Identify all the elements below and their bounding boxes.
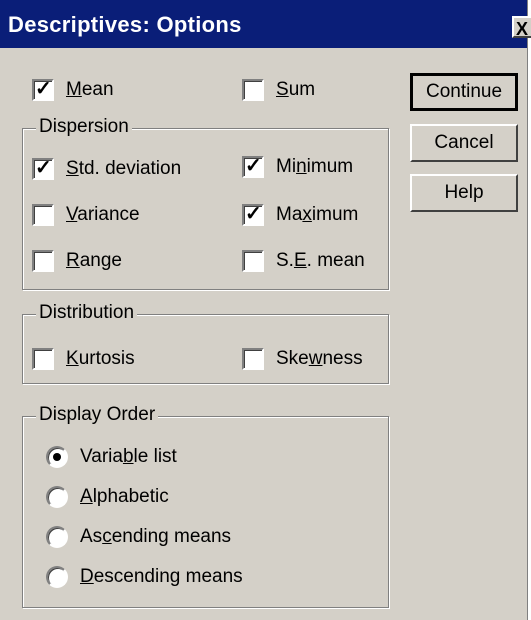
radio-selected-dot-icon [53, 453, 61, 461]
display-order-legend: Display Order [36, 404, 159, 426]
maximum-checkbox[interactable]: ✓ Maximum [242, 203, 359, 226]
radio-descending-means[interactable]: Descending means [46, 566, 243, 588]
distribution-legend: Distribution [36, 302, 138, 324]
checkmark-icon: ✓ [35, 157, 52, 179]
dispersion-legend: Dispersion [36, 116, 132, 138]
kurtosis-label: Kurtosis [66, 348, 135, 369]
radio-alphabetic[interactable]: Alphabetic [46, 486, 169, 508]
descending-means-label: Descending means [80, 566, 243, 587]
range-checkbox-box[interactable] [32, 250, 54, 272]
std-deviation-checkbox[interactable]: ✓ Std. deviation [32, 157, 182, 180]
se-mean-checkbox-box[interactable] [242, 250, 264, 272]
sum-label: Sum [276, 79, 316, 100]
se-mean-checkbox[interactable]: S.E. mean [242, 250, 365, 272]
checkmark-icon: ✓ [245, 155, 262, 177]
title-bar: Descriptives: Options X [0, 0, 531, 48]
checkmark-icon: ✓ [35, 78, 52, 100]
ascending-means-label: Ascending means [80, 526, 232, 547]
minimum-label: Minimum [276, 156, 354, 177]
minimum-checkbox-box[interactable]: ✓ [242, 155, 264, 178]
skewness-checkbox-box[interactable] [242, 348, 264, 370]
se-mean-label: S.E. mean [276, 250, 365, 271]
help-button[interactable]: Help [410, 174, 518, 212]
close-icon: X [516, 19, 529, 38]
mean-checkbox-box[interactable]: ✓ [32, 78, 54, 101]
kurtosis-checkbox-box[interactable] [32, 348, 54, 370]
variance-checkbox-box[interactable] [32, 204, 54, 226]
alphabetic-label: Alphabetic [80, 486, 169, 507]
maximum-checkbox-box[interactable]: ✓ [242, 203, 264, 226]
checkmark-icon: ✓ [245, 203, 262, 225]
range-checkbox[interactable]: Range [32, 250, 122, 272]
range-label: Range [66, 250, 123, 271]
radio-ascending-means[interactable]: Ascending means [46, 526, 231, 548]
sum-checkbox[interactable]: Sum [242, 79, 315, 101]
descriptives-options-dialog: Descriptives: Options X ✓ Mean Sum Dispe… [0, 0, 531, 620]
skewness-checkbox[interactable]: Skewness [242, 348, 363, 370]
kurtosis-checkbox[interactable]: Kurtosis [32, 348, 135, 370]
variance-checkbox[interactable]: Variance [32, 204, 140, 226]
mean-checkbox[interactable]: ✓ Mean [32, 78, 114, 101]
close-button[interactable]: X [512, 16, 531, 38]
radio-button-icon[interactable] [46, 566, 68, 588]
mean-label: Mean [66, 79, 114, 100]
radio-variable-list[interactable]: Variable list [46, 446, 177, 468]
continue-button[interactable]: Continue [410, 73, 518, 111]
std-deviation-label: Std. deviation [66, 158, 182, 179]
cancel-button[interactable]: Cancel [410, 124, 518, 162]
radio-button-icon[interactable] [46, 526, 68, 548]
variable-list-label: Variable list [80, 446, 177, 467]
maximum-label: Maximum [276, 204, 359, 225]
sum-checkbox-box[interactable] [242, 79, 264, 101]
radio-button-icon[interactable] [46, 446, 68, 468]
skewness-label: Skewness [276, 348, 363, 369]
minimum-checkbox[interactable]: ✓ Minimum [242, 155, 354, 178]
variance-label: Variance [66, 204, 140, 225]
std-deviation-checkbox-box[interactable]: ✓ [32, 157, 54, 180]
radio-button-icon[interactable] [46, 486, 68, 508]
dialog-title: Descriptives: Options [8, 12, 242, 37]
